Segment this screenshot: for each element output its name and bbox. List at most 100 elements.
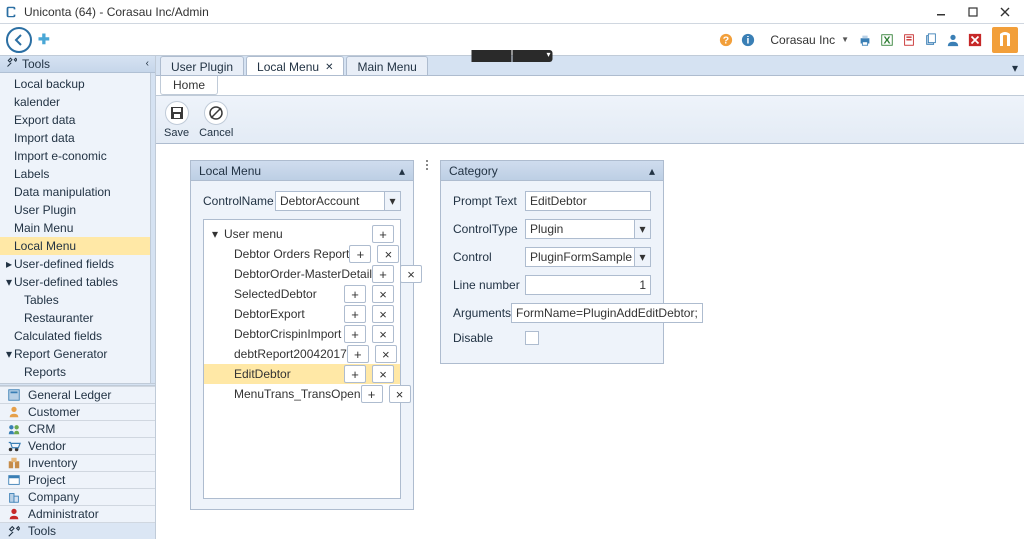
tree-item-menutrans[interactable]: MenuTrans_TransOpen+× [204, 384, 400, 404]
module-company[interactable]: Company [0, 488, 155, 505]
chevron-down-icon[interactable]: ▾ [634, 248, 650, 266]
sidebar-item-tables[interactable]: Tables [0, 291, 155, 309]
excel-icon[interactable]: X [879, 32, 895, 48]
window-minimize-button[interactable] [926, 2, 956, 22]
module-project[interactable]: Project [0, 471, 155, 488]
control-name-combo[interactable]: DebtorAccount ▾ [275, 191, 401, 211]
brand-logo[interactable] [992, 27, 1018, 53]
ribbon-tab-home[interactable]: Home [160, 76, 218, 95]
chevron-down-icon[interactable]: ▾ [634, 220, 650, 238]
sidebar-item-main-menu[interactable]: Main Menu [0, 219, 155, 237]
document-icon[interactable] [901, 32, 917, 48]
add-button[interactable]: ✚ [38, 31, 50, 48]
disable-label: Disable [453, 331, 525, 345]
sidebar-item-user-plugin[interactable]: User Plugin [0, 201, 155, 219]
collapse-panel-icon[interactable]: ▴ [399, 164, 405, 178]
tab-close-icon[interactable]: ✕ [325, 62, 333, 73]
tree-item-debtorcrispinimport[interactable]: DebtorCrispinImport+× [204, 324, 400, 344]
line-number-input[interactable]: 1 [525, 275, 651, 295]
add-button[interactable]: + [347, 345, 369, 363]
remove-button[interactable]: × [372, 325, 394, 343]
cancel-button[interactable]: Cancel [199, 101, 233, 139]
module-inventory[interactable]: Inventory [0, 454, 155, 471]
remove-button[interactable]: × [375, 345, 397, 363]
control-type-combo[interactable]: Plugin▾ [525, 219, 651, 239]
add-button[interactable]: + [361, 385, 383, 403]
sidebar-item-export-data[interactable]: Export data [0, 111, 155, 129]
arguments-input[interactable]: FormName=PluginAddEditDebtor; [511, 303, 703, 323]
module-tools[interactable]: Tools [0, 522, 155, 539]
add-button[interactable]: + [372, 265, 394, 283]
save-icon [165, 101, 189, 125]
module-administrator[interactable]: Administrator [0, 505, 155, 522]
tab-local-menu[interactable]: Local Menu✕ [246, 56, 344, 75]
sidebar-item-restauranter[interactable]: Restauranter [0, 309, 155, 327]
add-button[interactable]: + [344, 325, 366, 343]
tree-root-user-menu[interactable]: ▾ User menu + [204, 224, 400, 244]
tab-main-menu[interactable]: Main Menu [346, 56, 427, 75]
tree-item-debtorexport[interactable]: DebtorExport+× [204, 304, 400, 324]
add-button[interactable]: + [344, 365, 366, 383]
window-close-button[interactable] [990, 2, 1020, 22]
sidebar-item-local-backup[interactable]: Local backup [0, 75, 155, 93]
module-crm[interactable]: CRM [0, 420, 155, 437]
add-button[interactable]: + [344, 285, 366, 303]
help-icon[interactable]: ? [718, 32, 734, 48]
remove-button[interactable]: × [372, 305, 394, 323]
tree-item-editdebtor[interactable]: EditDebtor+× [204, 364, 400, 384]
disable-checkbox[interactable] [525, 331, 539, 345]
remove-button[interactable]: × [377, 245, 399, 263]
ribbon-tabs: Home [156, 76, 1024, 96]
tab-user-plugin[interactable]: User Plugin [160, 56, 244, 75]
tree-label: SelectedDebtor [234, 287, 344, 301]
chevron-down-icon[interactable]: ▾ [384, 192, 400, 210]
user-icon[interactable] [945, 32, 961, 48]
info-icon[interactable]: i [740, 32, 756, 48]
error-icon[interactable] [967, 32, 983, 48]
collapse-icon[interactable]: ‹ [146, 58, 149, 69]
category-panel-header[interactable]: Category ▴ [441, 161, 663, 181]
sidebar-item-reports[interactable]: Reports [0, 363, 155, 381]
module-vendor[interactable]: Vendor [0, 437, 155, 454]
sidebar-item-report-generator[interactable]: ▾Report Generator [0, 345, 155, 363]
module-customer[interactable]: Customer [0, 403, 155, 420]
remove-button[interactable]: × [372, 365, 394, 383]
sidebar-item-user-defined-fields[interactable]: ▸User-defined fields [0, 255, 155, 273]
add-button[interactable]: + [349, 245, 371, 263]
remove-button[interactable]: × [372, 285, 394, 303]
add-button[interactable]: + [344, 305, 366, 323]
window-maximize-button[interactable] [958, 2, 988, 22]
remove-button[interactable]: × [400, 265, 422, 283]
tree-item-debtreport[interactable]: debtReport20042017+× [204, 344, 400, 364]
center-tab-2[interactable]: ▾ [513, 50, 553, 62]
sidebar-item-data-manipulation[interactable]: Data manipulation [0, 183, 155, 201]
brand-dropdown[interactable]: Corasau Inc ▼ [759, 32, 854, 48]
back-button[interactable] [6, 27, 32, 53]
remove-button[interactable]: × [389, 385, 411, 403]
sidebar-item-local-menu[interactable]: Local Menu [0, 237, 155, 255]
sidebar-header[interactable]: Tools ‹ [0, 56, 155, 73]
sidebar-item-user-defined-tables[interactable]: ▾User-defined tables [0, 273, 155, 291]
collapse-panel-icon[interactable]: ▴ [649, 164, 655, 178]
sidebar-item-labels[interactable]: Labels [0, 165, 155, 183]
sidebar-item-import-data[interactable]: Import data [0, 129, 155, 147]
panel-splitter[interactable] [426, 160, 428, 170]
tree-item-selecteddebtor[interactable]: SelectedDebtor+ × [204, 284, 400, 304]
printer-icon[interactable] [857, 32, 873, 48]
cancel-icon [204, 101, 228, 125]
sidebar-scrollbar[interactable] [150, 73, 155, 383]
tabstrip-options-icon[interactable]: ▾ [1006, 61, 1024, 75]
local-menu-panel-header[interactable]: Local Menu ▴ [191, 161, 413, 181]
center-tab-1[interactable] [472, 50, 512, 62]
control-combo[interactable]: PluginFormSample▾ [525, 247, 651, 267]
prompt-text-input[interactable]: EditDebtor [525, 191, 651, 211]
module-general-ledger[interactable]: General Ledger [0, 386, 155, 403]
sidebar-item-import-economic[interactable]: Import e-conomic [0, 147, 155, 165]
add-child-button[interactable]: + [372, 225, 394, 243]
tree-item-debtor-orders-report[interactable]: Debtor Orders Report+× [204, 244, 400, 264]
tree-item-debtororder-masterdetail[interactable]: DebtorOrder-MasterDetail+× [204, 264, 400, 284]
sidebar-item-calculated-fields[interactable]: Calculated fields [0, 327, 155, 345]
copy-icon[interactable] [923, 32, 939, 48]
sidebar-item-kalender[interactable]: kalender [0, 93, 155, 111]
save-button[interactable]: Save [164, 101, 189, 139]
